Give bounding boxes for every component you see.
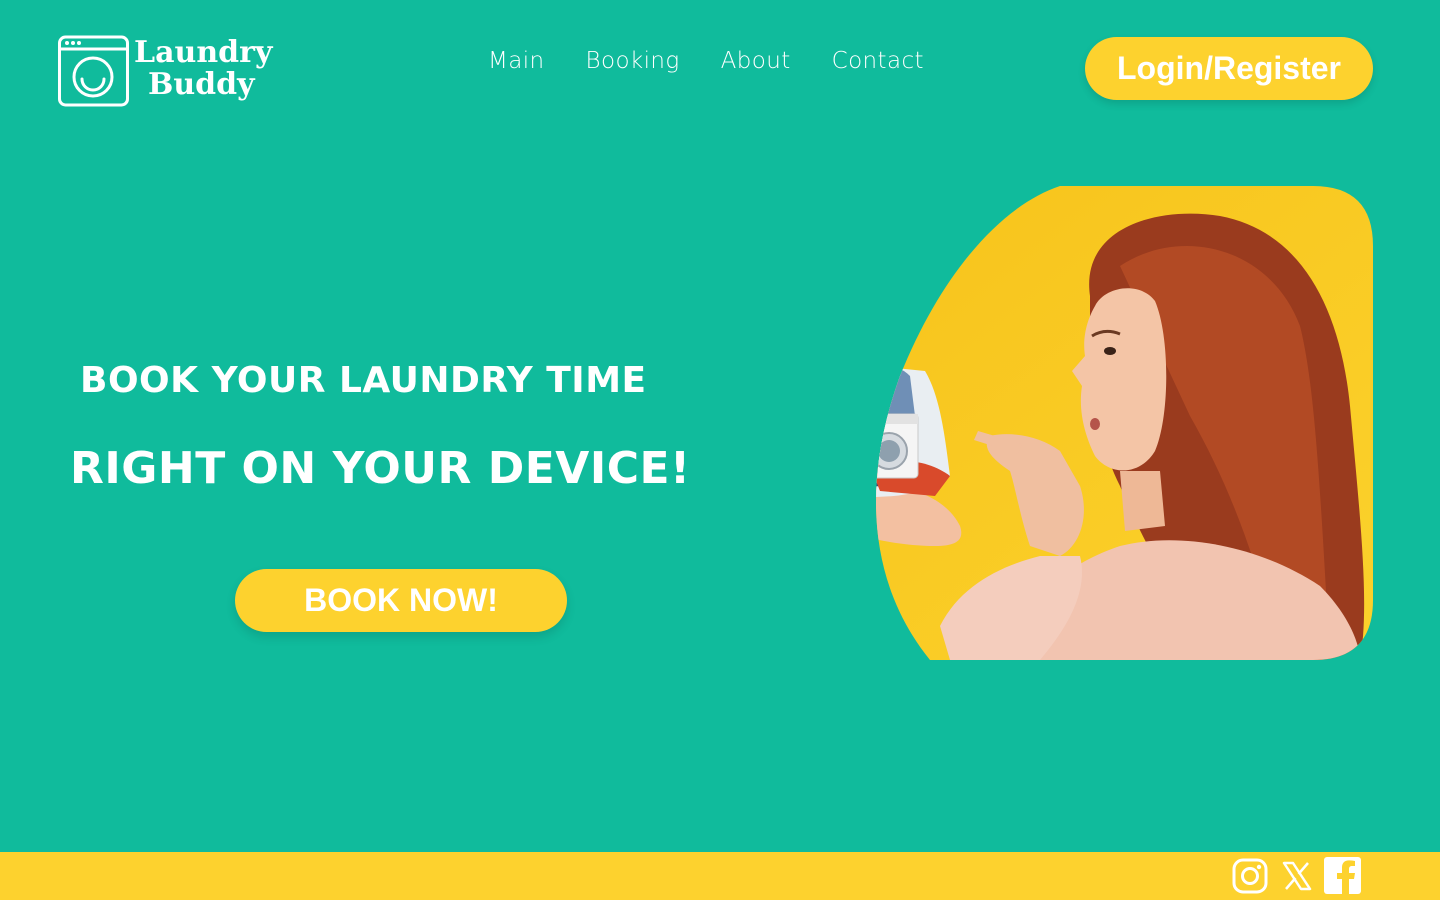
facebook-icon[interactable] [1324, 857, 1361, 894]
x-icon[interactable] [1282, 858, 1312, 894]
hero-headline: BOOK YOUR LAUNDRY TIME [80, 360, 647, 401]
nav-item-about[interactable]: About [721, 48, 791, 74]
footer [0, 852, 1440, 900]
washing-machine-icon [58, 35, 129, 107]
brand-name: Laundry Buddy [134, 37, 272, 101]
brand-name-line1: Laundry [134, 35, 273, 70]
nav-item-booking[interactable]: Booking [586, 48, 680, 74]
brand-name-line2: Buddy [148, 67, 255, 102]
main-nav: Main Booking About Contact [488, 48, 924, 74]
hero-image [876, 186, 1373, 660]
login-register-button[interactable]: Login/Register [1085, 37, 1373, 100]
brand-logo[interactable]: Laundry Buddy [58, 35, 278, 107]
nav-item-contact[interactable]: Contact [832, 48, 924, 74]
hero-subheadline: RIGHT ON YOUR DEVICE! [70, 443, 691, 494]
instagram-icon[interactable] [1232, 858, 1268, 894]
book-now-button[interactable]: BOOK NOW! [235, 569, 567, 632]
nav-item-main[interactable]: Main [488, 48, 545, 74]
